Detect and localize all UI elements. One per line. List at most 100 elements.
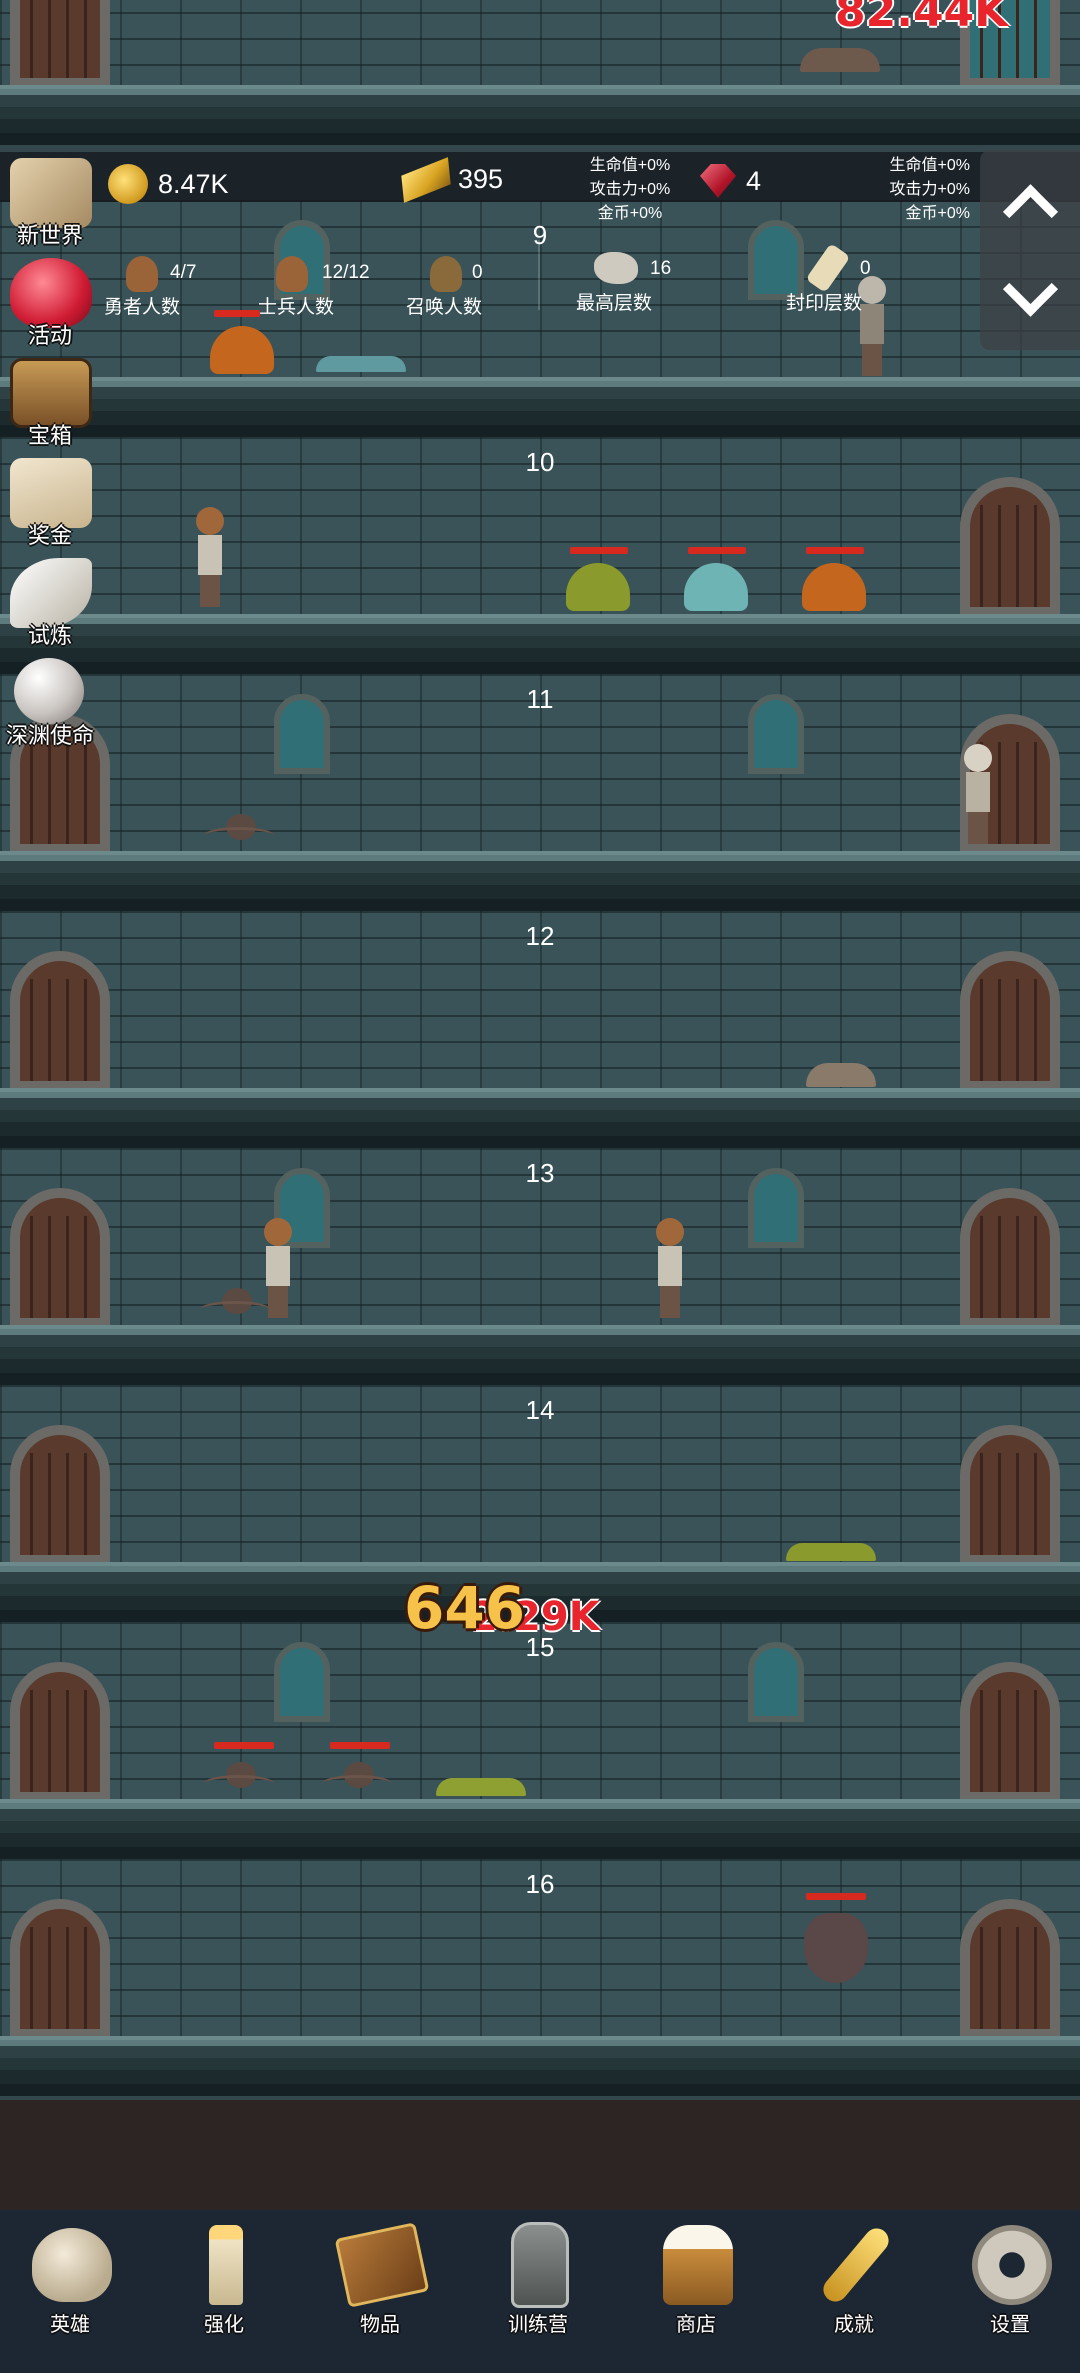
- gold-bar-counter: 395: [401, 156, 503, 203]
- chevron-down-icon: [1002, 261, 1058, 317]
- floor-15[interactable]: 15: [0, 1622, 1080, 1859]
- door: [10, 1188, 110, 1328]
- spider-enemy: [204, 810, 274, 844]
- enemy-hp-bar: [806, 547, 864, 554]
- hero-icon: [126, 256, 158, 292]
- enemy-hp-bar: [214, 1742, 274, 1749]
- door: [960, 1899, 1060, 2039]
- sealed-floors: 0 封印层数: [784, 243, 914, 316]
- door: [10, 0, 110, 88]
- side-button-new-world[interactable]: 新世界: [0, 158, 110, 254]
- bone-pile: [800, 48, 880, 72]
- candle-icon: [184, 2220, 268, 2310]
- summon-icon: [430, 256, 462, 292]
- book-icon: [334, 2220, 430, 2310]
- nav-heroes[interactable]: 英雄: [0, 2210, 140, 2373]
- gem-counter: 4: [700, 164, 761, 198]
- orange-slime: [802, 563, 866, 611]
- floor-13[interactable]: 13: [0, 1148, 1080, 1385]
- window: [748, 1168, 804, 1248]
- damage-number: 646: [404, 1574, 526, 1642]
- floor-number: 14: [525, 1395, 555, 1425]
- floor-12[interactable]: 12: [0, 911, 1080, 1148]
- nav-enhance[interactable]: 强化: [154, 2210, 294, 2373]
- summon-count: 0 召唤人数: [404, 250, 524, 320]
- nav-settings[interactable]: 设置: [940, 2210, 1080, 2373]
- soldier-count: 12/12 士兵人数: [254, 250, 394, 320]
- bonus-panel-gold-bar: 生命值+0% 攻击力+0% 金币+0%: [589, 157, 671, 222]
- door: [10, 1662, 110, 1802]
- orange-slime: [210, 326, 274, 374]
- nav-items[interactable]: 物品: [310, 2210, 450, 2373]
- slime-remains: [786, 1543, 876, 1561]
- hero-count: 4/7 勇者人数: [100, 250, 210, 320]
- floor-number: 16: [525, 1869, 555, 1899]
- floor-number: 13: [525, 1158, 555, 1188]
- mug-icon: [656, 2220, 740, 2310]
- green-slime: [566, 563, 630, 611]
- enemy-hp-bar: [570, 547, 628, 554]
- spider-enemy: [322, 1758, 392, 1792]
- spider-enemy: [204, 1758, 274, 1792]
- floor-number: 10: [525, 447, 555, 477]
- side-button-abyss-mission[interactable]: 深渊使命: [0, 658, 110, 754]
- floor-scroll-panel: [980, 150, 1080, 350]
- ground-area: [0, 2100, 1080, 2210]
- side-button-trial[interactable]: 试炼: [0, 558, 110, 654]
- floor-number: 11: [526, 684, 554, 714]
- enemy-hp-bar: [806, 1893, 866, 1900]
- floor-10[interactable]: 10: [0, 437, 1080, 674]
- scroll-icon: [805, 243, 851, 293]
- gold-counter: 8.47K: [108, 164, 229, 204]
- door: [10, 951, 110, 1091]
- window: [274, 1642, 330, 1722]
- chevron-up-icon: [1002, 183, 1058, 239]
- soldier-icon: [276, 256, 308, 292]
- bottom-nav: 英雄 强化 物品 训练营 商店 成就 设置: [0, 2210, 1080, 2373]
- door: [960, 1188, 1060, 1328]
- hero-swordsman: [258, 1218, 298, 1318]
- mushroom-trap: [436, 1778, 526, 1796]
- door: [960, 951, 1060, 1091]
- floor-number: 12: [525, 921, 555, 951]
- floor-16[interactable]: 16: [0, 1859, 1080, 2096]
- floor-11[interactable]: 11: [0, 674, 1080, 911]
- door: [960, 1425, 1060, 1565]
- lantern-icon: [498, 2220, 582, 2310]
- bat-enemy: [804, 1913, 868, 1983]
- hooded-mage: [958, 744, 998, 844]
- skull-icon: [30, 2220, 114, 2310]
- side-button-bonus[interactable]: 奖金: [0, 458, 110, 554]
- gem-icon: [700, 164, 736, 198]
- gear-icon: [970, 2220, 1054, 2310]
- hero-swordsman: [190, 507, 230, 607]
- coin-icon: [108, 164, 148, 204]
- slime-remains: [316, 356, 406, 372]
- nav-achievements[interactable]: 成就: [784, 2210, 924, 2373]
- rock-icon: [594, 252, 638, 284]
- highest-floor: 16 最高层数: [574, 246, 704, 316]
- door: [960, 1662, 1060, 1802]
- window: [748, 694, 804, 774]
- nav-shop[interactable]: 商店: [626, 2210, 766, 2373]
- bone-pile: [806, 1063, 876, 1087]
- enemy-hp-bar: [688, 547, 746, 554]
- enemy-hp-bar: [330, 1742, 390, 1749]
- pearl-icon: [14, 658, 84, 724]
- door: [10, 1425, 110, 1565]
- window: [274, 694, 330, 774]
- damage-number: 82.44K: [835, 0, 1009, 37]
- bonus-panel-gem: 生命值+0% 攻击力+0% 金币+0%: [889, 157, 970, 222]
- blue-slime: [684, 563, 748, 611]
- nav-training-camp[interactable]: 训练营: [468, 2210, 608, 2373]
- side-button-event[interactable]: 活动: [0, 258, 110, 354]
- window: [748, 1642, 804, 1722]
- door: [10, 1899, 110, 2039]
- key-icon: [814, 2220, 898, 2310]
- scroll-down-button[interactable]: [980, 250, 1080, 350]
- floor-14[interactable]: 14: [0, 1385, 1080, 1622]
- side-button-chest[interactable]: 宝箱: [0, 358, 110, 454]
- door: [960, 477, 1060, 617]
- scroll-up-button[interactable]: [980, 150, 1080, 250]
- hero-swordsman: [650, 1218, 690, 1318]
